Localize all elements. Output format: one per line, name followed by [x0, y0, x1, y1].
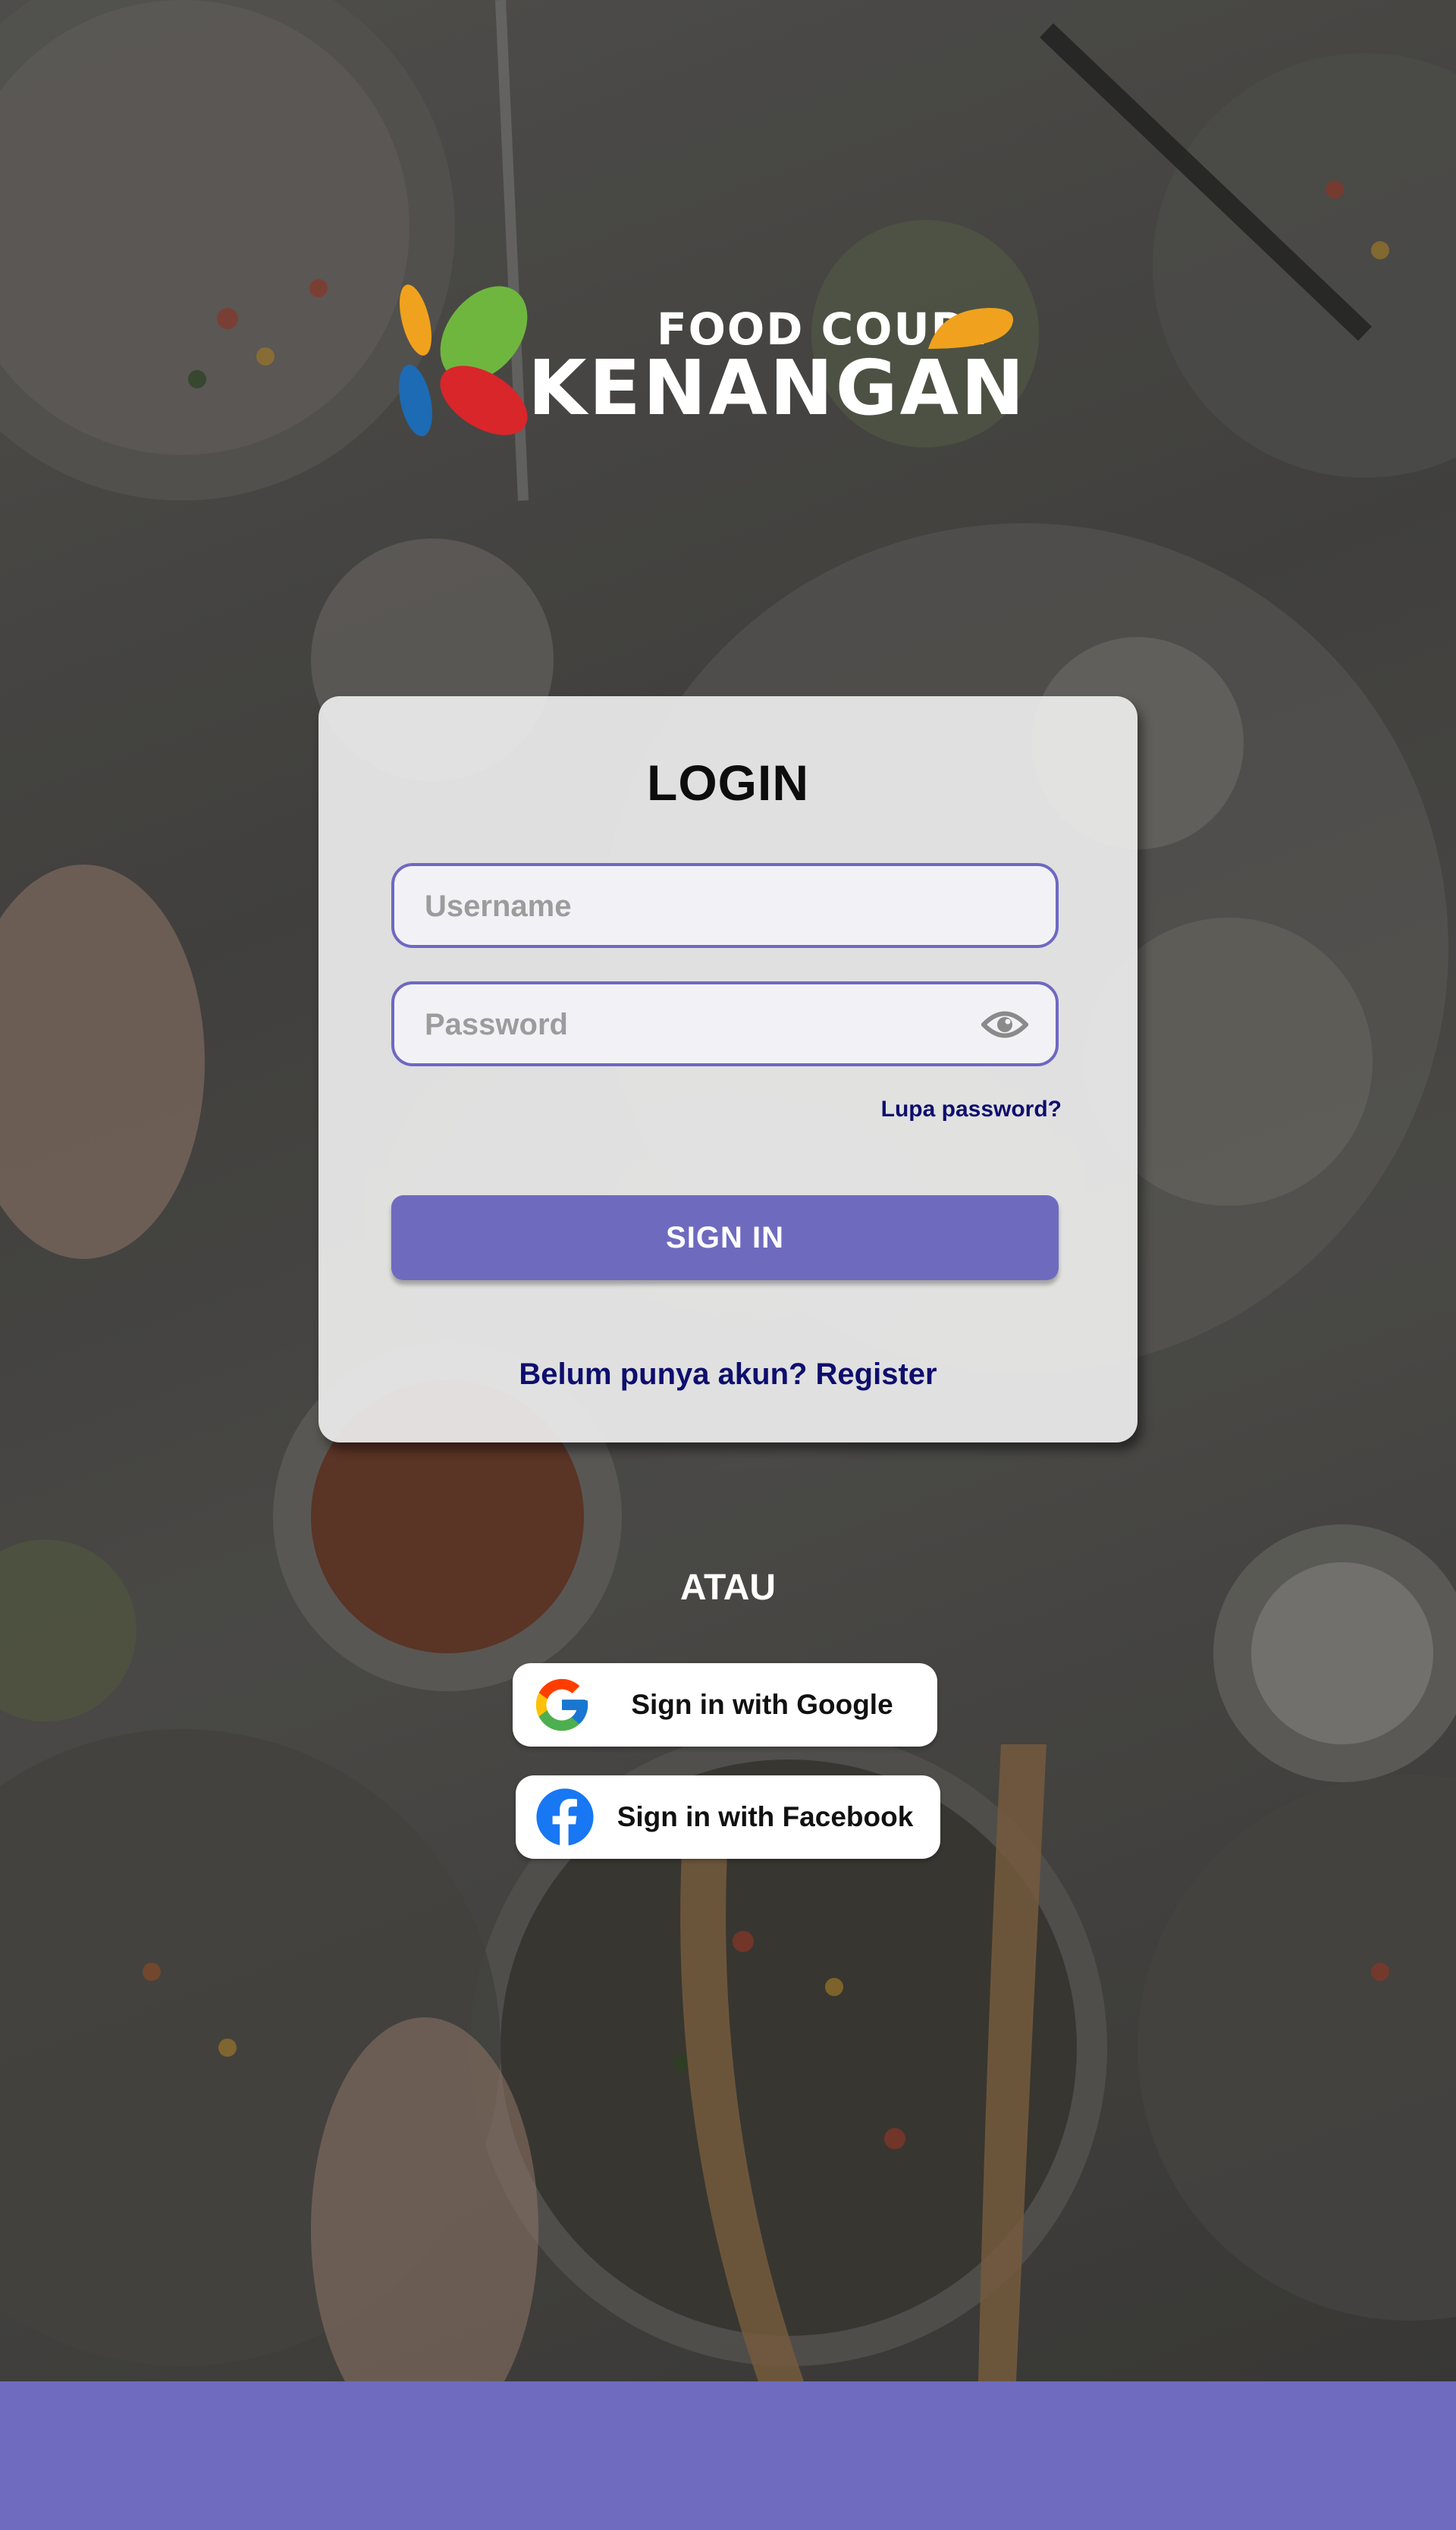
register-link[interactable]: Belum punya akun? Register — [318, 1358, 1138, 1392]
logo-leaf-icon — [928, 308, 1013, 349]
username-input[interactable] — [423, 866, 957, 946]
brand-logo: FOOD COURT KENANGAN — [394, 281, 1027, 447]
forgot-password-link[interactable]: Lupa password? — [881, 1097, 1062, 1122]
google-sign-in-label: Sign in with Google — [631, 1689, 893, 1720]
facebook-icon — [536, 1788, 594, 1846]
google-icon — [535, 1678, 588, 1731]
sign-in-button[interactable]: SIGN IN — [391, 1195, 1059, 1280]
logo-flower-icon — [399, 284, 528, 437]
eye-icon[interactable] — [981, 1007, 1028, 1042]
password-input[interactable] — [423, 984, 957, 1065]
facebook-sign-in-label: Sign in with Facebook — [617, 1801, 914, 1832]
login-card: LOGIN Lupa password? SIGN IN Belum punya… — [318, 696, 1138, 1442]
login-title: LOGIN — [647, 755, 809, 811]
bottom-bar — [0, 2381, 1456, 2530]
facebook-sign-in-button[interactable]: Sign in with Facebook — [516, 1775, 940, 1859]
logo-kenangan-text: KENANGAN — [528, 344, 1027, 432]
google-sign-in-button[interactable]: Sign in with Google — [513, 1663, 937, 1747]
or-separator: ATAU — [679, 1568, 777, 1608]
username-field[interactable] — [391, 863, 1059, 948]
password-field[interactable] — [391, 981, 1059, 1066]
